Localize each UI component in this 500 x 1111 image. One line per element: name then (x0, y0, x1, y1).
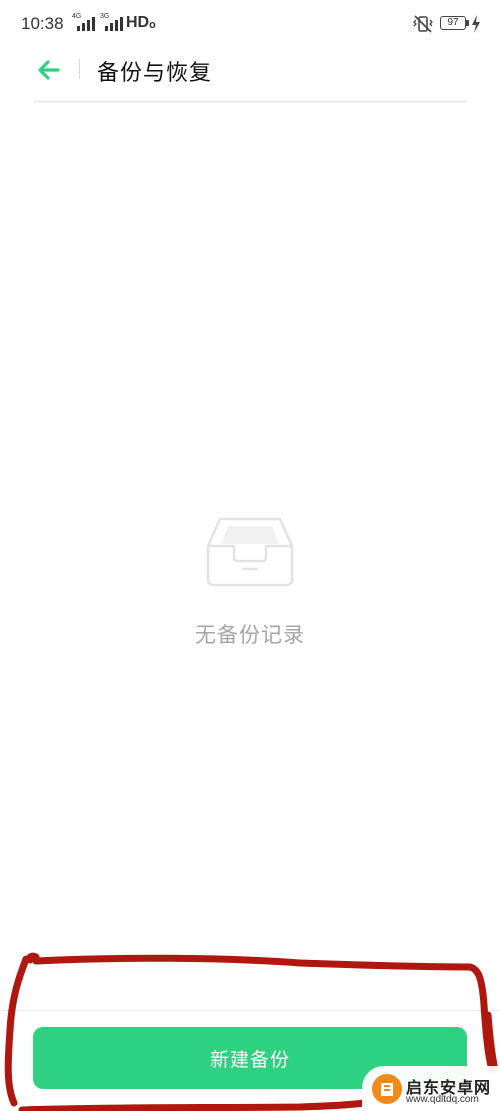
signal-icon: 3G (100, 13, 126, 34)
back-arrow-icon (38, 60, 60, 80)
status-time: 10:38 (21, 14, 64, 33)
battery-tip (466, 20, 469, 26)
vibrate-icon (413, 15, 433, 33)
battery-icon: 97 (440, 16, 466, 30)
signal-icon: 4G (72, 13, 98, 34)
hd-voice-label: HDₒ (126, 14, 156, 31)
empty-state-message: 无备份记录 (195, 623, 305, 647)
watermark-logo-icon (372, 1074, 402, 1104)
header-divider (79, 59, 80, 79)
status-bar: 10:38 4G 3G HDₒ 97 (0, 0, 500, 50)
bottom-divider (0, 1010, 500, 1011)
watermark: 启东安卓网 www.qdltdq.com (362, 1066, 500, 1111)
page-title: 备份与恢复 (97, 61, 213, 86)
back-button[interactable] (30, 52, 66, 88)
battery-level: 97 (447, 17, 459, 28)
empty-inbox-icon (206, 517, 294, 587)
watermark-url: www.qdltdq.com (406, 1094, 479, 1105)
header-separator (33, 100, 467, 103)
charging-bolt-icon (472, 15, 480, 33)
